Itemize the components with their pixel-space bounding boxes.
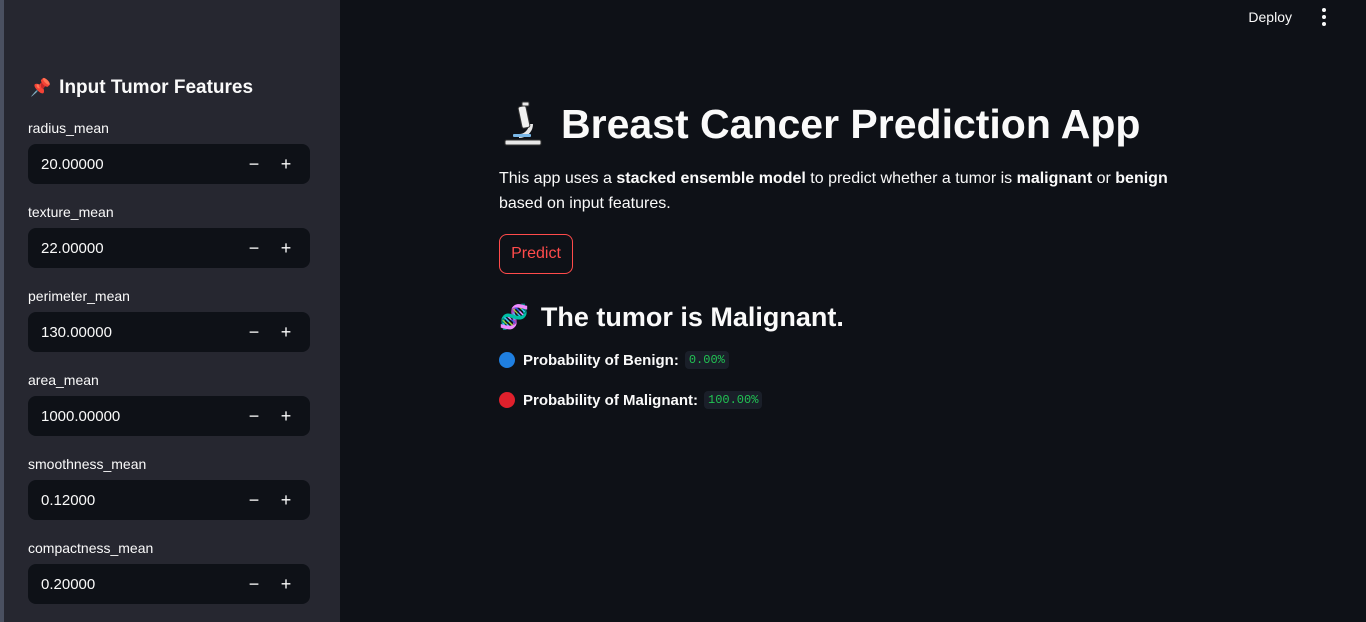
desc-text: to predict whether a tumor is [805,170,1017,187]
prob-malignant-value: 100.00% [704,391,763,409]
decrement-button[interactable]: − [238,484,270,516]
sidebar: 📌 Input Tumor Features radius_mean 20.00… [4,0,340,622]
field-label: smoothness_mean [28,456,147,472]
result-heading: 🧬 The tumor is Malignant. [499,302,1199,333]
number-input[interactable]: 0.12000 − + [28,480,310,520]
description: This app uses a stacked ensemble model t… [499,166,1199,216]
field-label: compactness_mean [28,540,154,556]
desc-text: based on input features. [499,195,671,212]
increment-button[interactable]: + [270,568,302,600]
number-value[interactable]: 22.00000 [28,240,104,257]
field-label: perimeter_mean [28,288,130,304]
result-text: The tumor is Malignant. [540,302,844,332]
blue-circle-icon [499,352,515,368]
increment-button[interactable]: + [270,400,302,432]
field-texture-mean: texture_mean 22.00000 − + [28,204,310,268]
prob-benign-value: 0.00% [684,351,729,369]
prob-benign: Probability of Benign: 0.00% [499,351,1199,369]
predict-button[interactable]: Predict [499,234,573,274]
stepper-group: − + [238,148,310,180]
number-value[interactable]: 0.12000 [28,492,95,509]
stepper-group: − + [238,484,310,516]
desc-bold: malignant [1016,170,1093,187]
stepper-group: − + [238,568,310,600]
field-label: texture_mean [28,204,114,220]
desc-text: This app uses a [499,170,617,187]
increment-button[interactable]: + [270,232,302,264]
increment-button[interactable]: + [270,484,302,516]
number-value[interactable]: 20.00000 [28,156,104,173]
prob-malignant: Probability of Malignant: 100.00% [499,391,1199,409]
number-value[interactable]: 0.20000 [28,576,95,593]
field-label: radius_mean [28,120,109,136]
top-toolbar: Deploy [1248,0,1366,34]
increment-button[interactable]: + [270,316,302,348]
sidebar-title-text: Input Tumor Features [59,77,254,98]
kebab-menu-icon[interactable] [1312,8,1336,26]
main-content: Breast Cancer Prediction App This app us… [499,96,1199,409]
decrement-button[interactable]: − [238,148,270,180]
page-title: Breast Cancer Prediction App [499,96,1199,152]
number-input[interactable]: 1000.00000 − + [28,396,310,436]
desc-bold: benign [1115,170,1168,187]
stepper-group: − + [238,232,310,264]
number-input[interactable]: 130.00000 − + [28,312,310,352]
field-perimeter-mean: perimeter_mean 130.00000 − + [28,288,310,352]
field-compactness-mean: compactness_mean 0.20000 − + [28,540,310,604]
microscope-icon [504,101,542,146]
desc-text: or [1092,170,1116,187]
page-title-text: Breast Cancer Prediction App [561,100,1141,147]
prob-malignant-label: Probability of Malignant: [523,391,698,409]
decrement-button[interactable]: − [238,232,270,264]
sidebar-title: 📌 Input Tumor Features [30,77,253,99]
decrement-button[interactable]: − [238,400,270,432]
decrement-button[interactable]: − [238,316,270,348]
number-input[interactable]: 0.20000 − + [28,564,310,604]
red-circle-icon [499,392,515,408]
decrement-button[interactable]: − [238,568,270,600]
deploy-button[interactable]: Deploy [1248,9,1292,25]
increment-button[interactable]: + [270,148,302,180]
field-radius-mean: radius_mean 20.00000 − + [28,120,310,184]
number-input[interactable]: 20.00000 − + [28,144,310,184]
dna-icon: 🧬 [499,304,529,331]
number-input[interactable]: 22.00000 − + [28,228,310,268]
desc-bold: stacked ensemble model [616,170,806,187]
number-value[interactable]: 130.00000 [28,324,112,341]
field-smoothness-mean: smoothness_mean 0.12000 − + [28,456,310,520]
prob-benign-label: Probability of Benign: [523,351,679,369]
stepper-group: − + [238,400,310,432]
stepper-group: − + [238,316,310,348]
number-value[interactable]: 1000.00000 [28,408,120,425]
field-label: area_mean [28,372,99,388]
pushpin-icon: 📌 [30,78,52,97]
field-area-mean: area_mean 1000.00000 − + [28,372,310,436]
